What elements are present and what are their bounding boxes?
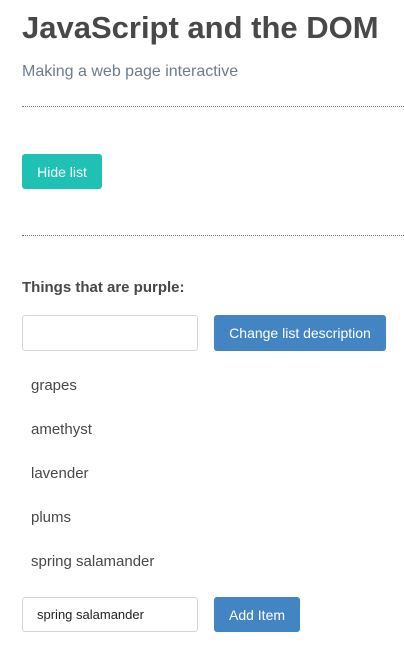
list-item: spring salamander (31, 553, 155, 570)
list-item: grapes (31, 377, 77, 394)
list-description: Things that are purple: (22, 279, 185, 296)
divider-top (22, 106, 404, 107)
divider-middle (22, 235, 404, 236)
page-subtitle: Making a web page interactive (22, 63, 239, 80)
list-item: amethyst (31, 421, 92, 438)
page-container: JavaScript and the DOM Making a web page… (22, 0, 404, 661)
page-title: JavaScript and the DOM (22, 10, 379, 45)
list-item: lavender (31, 465, 89, 482)
description-input[interactable] (22, 315, 198, 351)
add-item-input[interactable] (22, 597, 198, 632)
hide-list-button[interactable]: Hide list (22, 154, 102, 189)
change-description-button[interactable]: Change list description (214, 315, 386, 351)
purple-list: grapes amethyst lavender plums spring sa… (22, 366, 392, 586)
add-item-button[interactable]: Add Item (214, 597, 300, 632)
list-item: plums (31, 509, 72, 526)
